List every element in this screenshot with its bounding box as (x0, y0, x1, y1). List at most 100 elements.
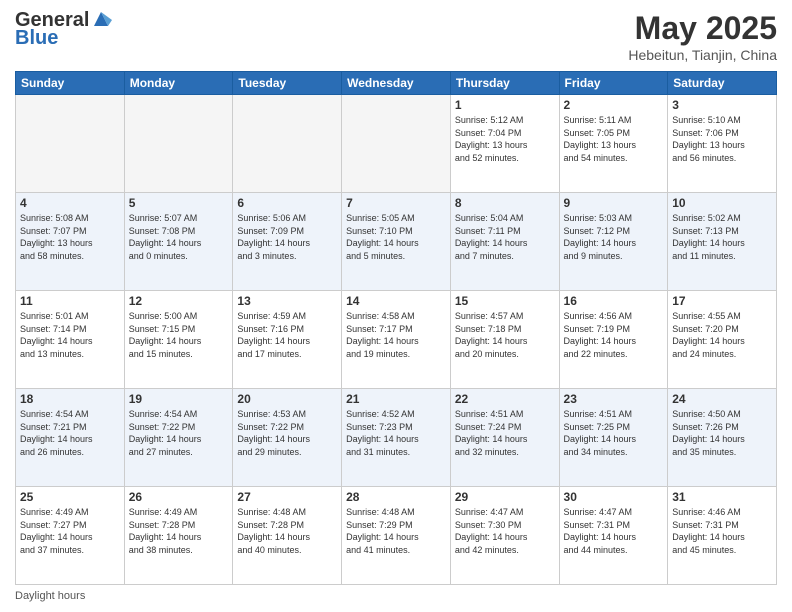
day-info: Sunrise: 4:48 AM Sunset: 7:28 PM Dayligh… (237, 506, 337, 556)
calendar-cell: 2Sunrise: 5:11 AM Sunset: 7:05 PM Daylig… (559, 95, 668, 193)
calendar-cell (342, 95, 451, 193)
calendar-cell: 19Sunrise: 4:54 AM Sunset: 7:22 PM Dayli… (124, 389, 233, 487)
calendar-week-row: 25 Sunrise: 4:49 AM Sunset: 7:27 PM Dayli… (16, 487, 777, 585)
day-number: 2 (564, 98, 664, 112)
day-info: Sunrise: 5:03 AM Sunset: 7:12 PM Dayligh… (564, 212, 664, 262)
day-info: Sunrise: 4:56 AM Sunset: 7:19 PM Dayligh… (564, 310, 664, 360)
calendar-table: SundayMondayTuesdayWednesdayThursdayFrid… (15, 71, 777, 585)
calendar-cell (124, 95, 233, 193)
calendar-cell: 9Sunrise: 5:03 AM Sunset: 7:12 PM Daylig… (559, 193, 668, 291)
daylight-label: Daylight hours (15, 590, 85, 602)
day-info: Sunrise: 4:49 AM Sunset: 7:27 PM Dayligh… (20, 506, 120, 556)
calendar-cell (16, 95, 125, 193)
calendar-cell: 5 Sunrise: 5:07 AM Sunset: 7:08 PM Daylig… (124, 193, 233, 291)
day-number: 3 (672, 98, 772, 112)
calendar-cell: 24 Sunrise: 4:50 AM Sunset: 7:26 PM Dayli… (668, 389, 777, 487)
day-number: 17 (672, 294, 772, 308)
calendar-week-row: 1Sunrise: 5:12 AM Sunset: 7:04 PM Daylig… (16, 95, 777, 193)
day-info: Sunrise: 4:47 AM Sunset: 7:30 PM Dayligh… (455, 506, 555, 556)
day-info: Sunrise: 4:51 AM Sunset: 7:25 PM Dayligh… (564, 408, 664, 458)
day-number: 31 (672, 490, 772, 504)
calendar-cell: 4 Sunrise: 5:08 AM Sunset: 7:07 PM Daylig… (16, 193, 125, 291)
header: General Blue May 2025 Hebeitun, Tianjin,… (15, 10, 777, 63)
day-number: 20 (237, 392, 337, 406)
day-number: 11 (20, 294, 120, 308)
calendar-weekday-tuesday: Tuesday (233, 72, 342, 95)
calendar-cell: 7Sunrise: 5:05 AM Sunset: 7:10 PM Daylig… (342, 193, 451, 291)
day-info: Sunrise: 4:46 AM Sunset: 7:31 PM Dayligh… (672, 506, 772, 556)
day-number: 23 (564, 392, 664, 406)
calendar-cell: 30 Sunrise: 4:47 AM Sunset: 7:31 PM Dayli… (559, 487, 668, 585)
calendar-cell: 29 Sunrise: 4:47 AM Sunset: 7:30 PM Dayli… (450, 487, 559, 585)
day-info: Sunrise: 4:47 AM Sunset: 7:31 PM Dayligh… (564, 506, 664, 556)
calendar-cell: 22Sunrise: 4:51 AM Sunset: 7:24 PM Dayli… (450, 389, 559, 487)
logo-blue-text: Blue (15, 28, 112, 48)
calendar-cell: 31 Sunrise: 4:46 AM Sunset: 7:31 PM Dayli… (668, 487, 777, 585)
calendar-weekday-sunday: Sunday (16, 72, 125, 95)
day-info: Sunrise: 4:51 AM Sunset: 7:24 PM Dayligh… (455, 408, 555, 458)
day-number: 27 (237, 490, 337, 504)
calendar-cell: 15Sunrise: 4:57 AM Sunset: 7:18 PM Dayli… (450, 291, 559, 389)
day-number: 15 (455, 294, 555, 308)
day-number: 18 (20, 392, 120, 406)
calendar-cell: 6Sunrise: 5:06 AM Sunset: 7:09 PM Daylig… (233, 193, 342, 291)
calendar-header-row: SundayMondayTuesdayWednesdayThursdayFrid… (16, 72, 777, 95)
day-number: 28 (346, 490, 446, 504)
calendar-cell: 26Sunrise: 4:49 AM Sunset: 7:28 PM Dayli… (124, 487, 233, 585)
day-number: 8 (455, 196, 555, 210)
day-info: Sunrise: 4:54 AM Sunset: 7:21 PM Dayligh… (20, 408, 120, 458)
day-info: Sunrise: 4:53 AM Sunset: 7:22 PM Dayligh… (237, 408, 337, 458)
day-number: 12 (129, 294, 229, 308)
day-number: 13 (237, 294, 337, 308)
day-number: 14 (346, 294, 446, 308)
calendar-cell: 16 Sunrise: 4:56 AM Sunset: 7:19 PM Dayli… (559, 291, 668, 389)
day-number: 30 (564, 490, 664, 504)
day-number: 24 (672, 392, 772, 406)
calendar-cell: 18 Sunrise: 4:54 AM Sunset: 7:21 PM Dayli… (16, 389, 125, 487)
day-info: Sunrise: 5:05 AM Sunset: 7:10 PM Dayligh… (346, 212, 446, 262)
calendar-cell: 11 Sunrise: 5:01 AM Sunset: 7:14 PM Dayli… (16, 291, 125, 389)
day-info: Sunrise: 5:02 AM Sunset: 7:13 PM Dayligh… (672, 212, 772, 262)
logo-icon (90, 8, 112, 30)
calendar-cell: 13 Sunrise: 4:59 AM Sunset: 7:16 PM Dayli… (233, 291, 342, 389)
month-title: May 2025 (628, 10, 777, 47)
calendar-weekday-wednesday: Wednesday (342, 72, 451, 95)
day-info: Sunrise: 4:55 AM Sunset: 7:20 PM Dayligh… (672, 310, 772, 360)
calendar-cell: 27 Sunrise: 4:48 AM Sunset: 7:28 PM Dayli… (233, 487, 342, 585)
title-block: May 2025 Hebeitun, Tianjin, China (628, 10, 777, 63)
logo: General Blue (15, 10, 112, 48)
day-info: Sunrise: 5:07 AM Sunset: 7:08 PM Dayligh… (129, 212, 229, 262)
day-number: 1 (455, 98, 555, 112)
calendar-weekday-saturday: Saturday (668, 72, 777, 95)
calendar-weekday-friday: Friday (559, 72, 668, 95)
day-info: Sunrise: 5:08 AM Sunset: 7:07 PM Dayligh… (20, 212, 120, 262)
location-subtitle: Hebeitun, Tianjin, China (628, 47, 777, 63)
day-number: 10 (672, 196, 772, 210)
day-number: 26 (129, 490, 229, 504)
day-number: 21 (346, 392, 446, 406)
calendar-cell: 20 Sunrise: 4:53 AM Sunset: 7:22 PM Dayli… (233, 389, 342, 487)
day-info: Sunrise: 5:00 AM Sunset: 7:15 PM Dayligh… (129, 310, 229, 360)
calendar-cell: 10 Sunrise: 5:02 AM Sunset: 7:13 PM Dayli… (668, 193, 777, 291)
calendar-cell: 23 Sunrise: 4:51 AM Sunset: 7:25 PM Dayli… (559, 389, 668, 487)
calendar-weekday-monday: Monday (124, 72, 233, 95)
day-info: Sunrise: 4:50 AM Sunset: 7:26 PM Dayligh… (672, 408, 772, 458)
calendar-week-row: 18 Sunrise: 4:54 AM Sunset: 7:21 PM Dayli… (16, 389, 777, 487)
day-number: 25 (20, 490, 120, 504)
calendar-cell: 3Sunrise: 5:10 AM Sunset: 7:06 PM Daylig… (668, 95, 777, 193)
day-number: 16 (564, 294, 664, 308)
day-info: Sunrise: 4:59 AM Sunset: 7:16 PM Dayligh… (237, 310, 337, 360)
calendar-cell: 21Sunrise: 4:52 AM Sunset: 7:23 PM Dayli… (342, 389, 451, 487)
calendar-cell: 12 Sunrise: 5:00 AM Sunset: 7:15 PM Dayli… (124, 291, 233, 389)
calendar-cell: 25 Sunrise: 4:49 AM Sunset: 7:27 PM Dayli… (16, 487, 125, 585)
calendar-cell: 28Sunrise: 4:48 AM Sunset: 7:29 PM Dayli… (342, 487, 451, 585)
day-number: 5 (129, 196, 229, 210)
calendar-week-row: 11 Sunrise: 5:01 AM Sunset: 7:14 PM Dayli… (16, 291, 777, 389)
calendar-cell: 1Sunrise: 5:12 AM Sunset: 7:04 PM Daylig… (450, 95, 559, 193)
day-info: Sunrise: 5:01 AM Sunset: 7:14 PM Dayligh… (20, 310, 120, 360)
day-number: 4 (20, 196, 120, 210)
day-number: 29 (455, 490, 555, 504)
day-info: Sunrise: 5:06 AM Sunset: 7:09 PM Dayligh… (237, 212, 337, 262)
calendar-cell: 8Sunrise: 5:04 AM Sunset: 7:11 PM Daylig… (450, 193, 559, 291)
page: General Blue May 2025 Hebeitun, Tianjin,… (0, 0, 792, 612)
